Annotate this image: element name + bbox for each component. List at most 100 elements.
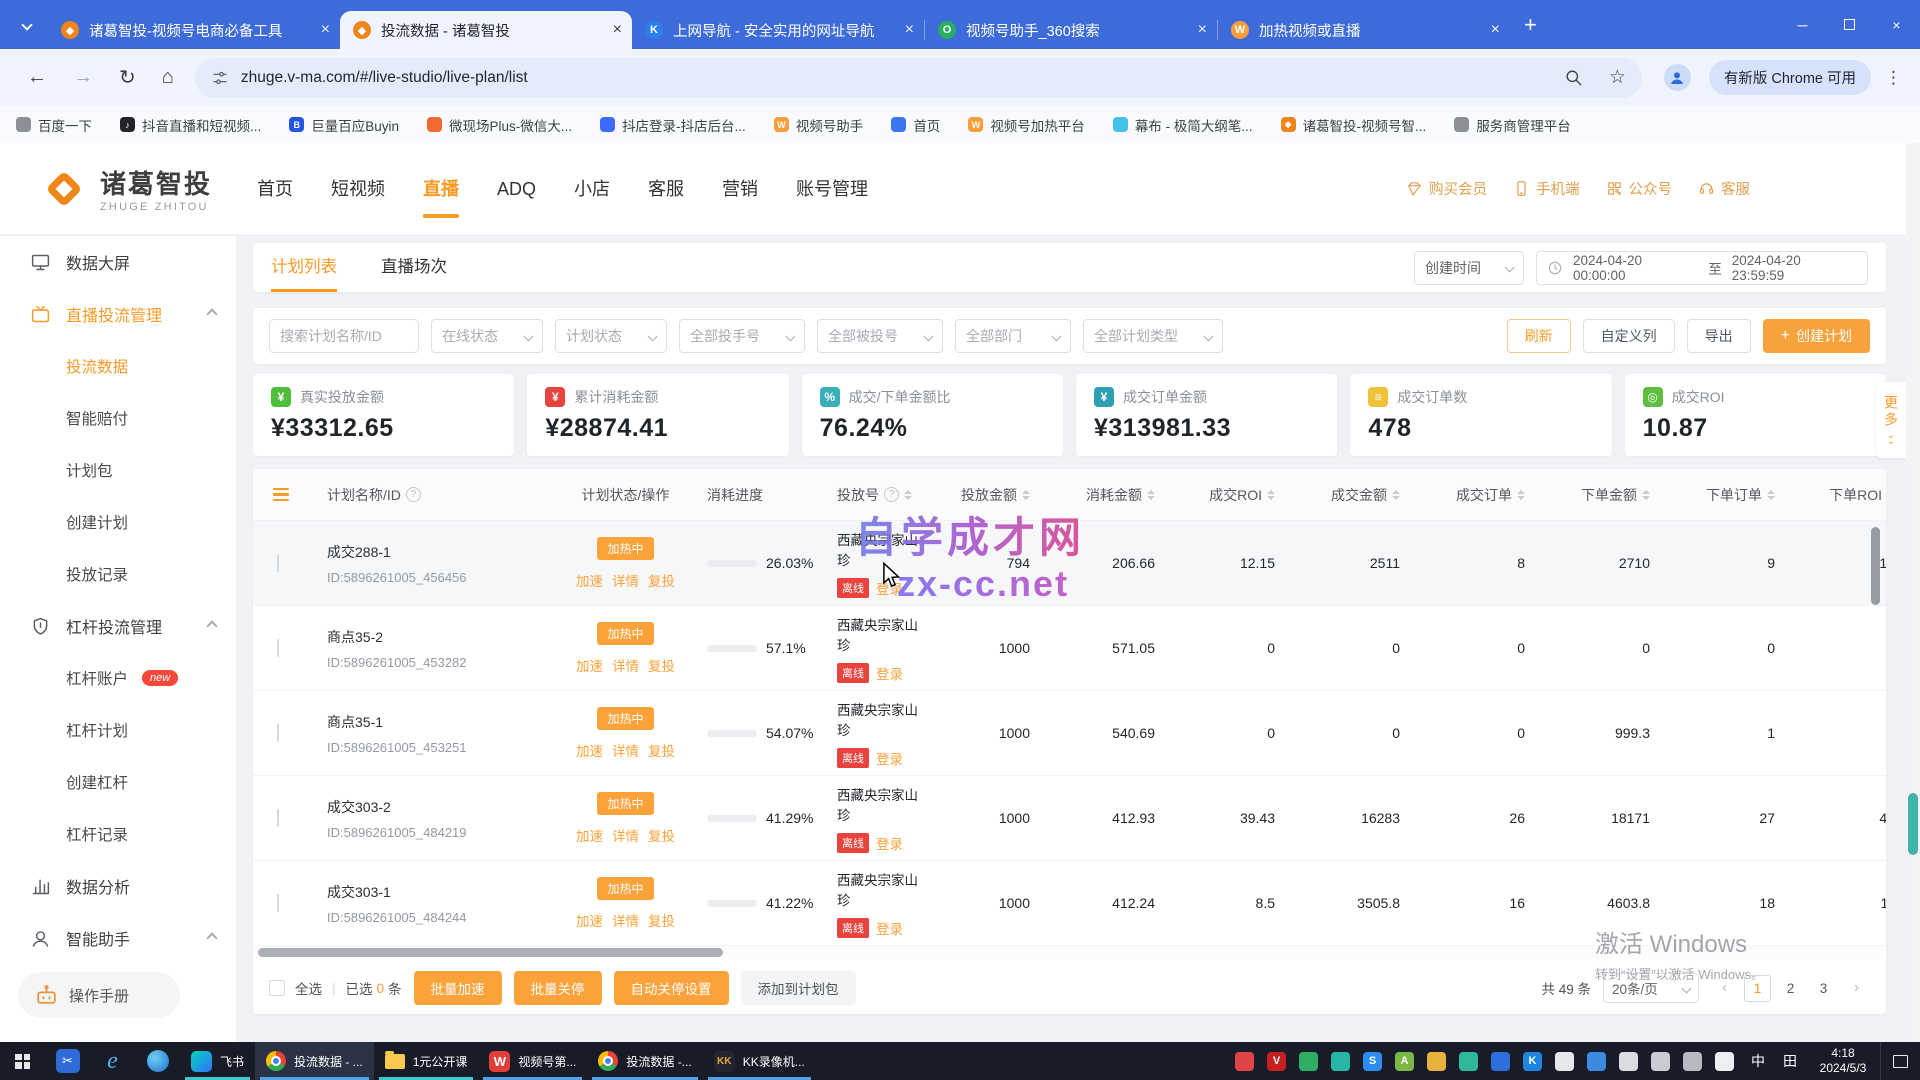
tab-close-icon[interactable]: ×: [905, 21, 914, 39]
new-tab-button[interactable]: +: [1524, 14, 1537, 36]
bookmark-item[interactable]: 微现场Plus-微信大...: [427, 115, 572, 135]
sidebar-item-数据分析[interactable]: 数据分析: [0, 860, 236, 912]
row-action-详情[interactable]: 详情: [612, 570, 639, 590]
tray-icon[interactable]: [1459, 1052, 1478, 1071]
row-action-复投[interactable]: 复投: [648, 825, 675, 845]
tray-icon[interactable]: [1651, 1052, 1670, 1071]
row-action-加速[interactable]: 加速: [576, 570, 603, 590]
tab-直播场次[interactable]: 直播场次: [381, 243, 447, 292]
sort-icon[interactable]: [1267, 490, 1275, 500]
row-action-详情[interactable]: 详情: [612, 655, 639, 675]
nav-item-直播[interactable]: 直播: [404, 143, 478, 235]
row-action-详情[interactable]: 详情: [612, 740, 639, 760]
sidebar-item-智能助手[interactable]: 智能助手: [0, 912, 236, 964]
row-action-复投[interactable]: 复投: [648, 570, 675, 590]
filter-select-全部被投号[interactable]: 全部被投号: [817, 319, 943, 353]
start-button[interactable]: [0, 1042, 45, 1080]
column-header-下单订单[interactable]: 下单订单: [1678, 485, 1803, 505]
taskbar-app-1元公开课[interactable]: 1元公开课: [374, 1042, 479, 1080]
tray-icon[interactable]: [1427, 1052, 1446, 1071]
bookmark-item[interactable]: 抖店登录-抖店后台...: [600, 115, 746, 135]
tab-close-icon[interactable]: ×: [321, 21, 330, 39]
nav-item-短视频[interactable]: 短视频: [312, 143, 404, 235]
sort-icon[interactable]: [1642, 490, 1650, 500]
ime-grid-key[interactable]: 田: [1774, 1042, 1806, 1080]
sort-icon[interactable]: [904, 490, 912, 500]
tray-icon[interactable]: [1587, 1052, 1606, 1071]
sidebar-subitem-投流数据[interactable]: 投流数据: [0, 340, 236, 392]
bookmark-item[interactable]: ♪ 抖音直播和短视频...: [120, 115, 261, 135]
tray-icon[interactable]: [1299, 1052, 1318, 1071]
sidebar-subitem-智能赔付[interactable]: 智能赔付: [0, 392, 236, 444]
login-link[interactable]: 登录: [876, 663, 903, 683]
taskbar-app-视频号第...[interactable]: W视频号第...: [478, 1042, 587, 1080]
select-all-checkbox[interactable]: [269, 980, 285, 996]
edge-browser[interactable]: [135, 1042, 180, 1080]
刷新-button[interactable]: 刷新: [1507, 319, 1571, 353]
filter-select-全部部门[interactable]: 全部部门: [955, 319, 1071, 353]
next-page-button[interactable]: ›: [1843, 975, 1870, 1002]
row-action-复投[interactable]: 复投: [648, 740, 675, 760]
chrome-update-chip[interactable]: 有新版 Chrome 可用: [1709, 60, 1871, 95]
plan-name[interactable]: 成交303-1: [327, 882, 544, 902]
row-checkbox[interactable]: [277, 724, 279, 742]
taskbar-clock[interactable]: 4:18 2024/5/3: [1806, 1042, 1880, 1080]
sort-icon[interactable]: [1767, 490, 1775, 500]
notification-center-icon[interactable]: [1880, 1042, 1920, 1080]
sort-icon[interactable]: [1022, 490, 1030, 500]
quick-link-手机端[interactable]: 手机端: [1513, 178, 1580, 199]
browser-tab[interactable]: O 视频号助手_360搜索 ×: [925, 11, 1217, 49]
page-1-button[interactable]: 1: [1744, 975, 1771, 1002]
自定义列-button[interactable]: 自定义列: [1583, 319, 1675, 353]
column-header-投放金额[interactable]: 投放金额: [943, 485, 1058, 505]
tray-icon[interactable]: S: [1363, 1052, 1382, 1071]
nav-item-ADQ[interactable]: ADQ: [478, 143, 555, 235]
forward-icon[interactable]: →: [73, 66, 93, 89]
row-action-加速[interactable]: 加速: [576, 910, 603, 930]
search-icon[interactable]: [1564, 68, 1583, 87]
sort-icon[interactable]: [1517, 490, 1525, 500]
table-vertical-scrollbar[interactable]: [1871, 527, 1880, 605]
nav-item-首页[interactable]: 首页: [238, 143, 312, 235]
bookmark-item[interactable]: W 视频号加热平台: [968, 115, 1085, 135]
导出-button[interactable]: 导出: [1687, 319, 1751, 353]
window-minimize-button[interactable]: ─: [1779, 0, 1826, 49]
row-action-加速[interactable]: 加速: [576, 825, 603, 845]
date-range-picker[interactable]: 2024-04-20 00:00:00 至 2024-04-20 23:59:5…: [1536, 251, 1868, 285]
bookmark-item[interactable]: 服务商管理平台: [1454, 115, 1571, 135]
bookmark-item[interactable]: 幕布 - 极简大纲笔...: [1113, 115, 1253, 135]
taskbar-app-投流数据 -...[interactable]: 投流数据 -...: [587, 1042, 702, 1080]
column-header-消耗金额[interactable]: 消耗金额: [1058, 485, 1183, 505]
search-plan-input[interactable]: [269, 319, 419, 353]
page-2-button[interactable]: 2: [1777, 975, 1804, 1002]
row-action-加速[interactable]: 加速: [576, 655, 603, 675]
tray-icon[interactable]: [1683, 1052, 1702, 1071]
row-action-复投[interactable]: 复投: [648, 910, 675, 930]
more-stats-button[interactable]: 更多 ⌄⌄: [1876, 382, 1906, 458]
site-settings-icon[interactable]: [211, 69, 229, 87]
sort-icon[interactable]: [1147, 490, 1155, 500]
plan-name[interactable]: 成交288-1: [327, 542, 544, 562]
批量加速-button[interactable]: 批量加速: [414, 971, 502, 1005]
column-header-成交ROI[interactable]: 成交ROI: [1183, 485, 1303, 505]
row-action-加速[interactable]: 加速: [576, 740, 603, 760]
tab-计划列表[interactable]: 计划列表: [271, 243, 337, 292]
snip-tool[interactable]: ✂: [45, 1042, 90, 1080]
tray-icon[interactable]: [1619, 1052, 1638, 1071]
address-bar[interactable]: zhuge.v-ma.com/#/live-studio/live-plan/l…: [195, 58, 1642, 98]
tray-icon[interactable]: [1235, 1052, 1254, 1071]
column-header-下单金额[interactable]: 下单金额: [1553, 485, 1678, 505]
sidebar-subitem-创建杠杆[interactable]: 创建杠杆: [0, 756, 236, 808]
sidebar-subitem-投放记录[interactable]: 投放记录: [0, 548, 236, 600]
column-header-下单ROI[interactable]: 下单ROI: [1803, 485, 1886, 505]
plan-name[interactable]: 成交303-2: [327, 797, 544, 817]
bookmark-item[interactable]: 首页: [891, 115, 940, 135]
browser-tab[interactable]: W 加热视频或直播 ×: [1218, 11, 1510, 49]
sidebar-subitem-创建计划[interactable]: 创建计划: [0, 496, 236, 548]
bookmark-item[interactable]: B 巨量百应Buyin: [289, 115, 399, 135]
tab-close-icon[interactable]: ×: [1198, 21, 1207, 39]
sidebar-item-杠杆投流管理[interactable]: 杠杆投流管理: [0, 600, 236, 652]
tray-icon[interactable]: V: [1267, 1052, 1286, 1071]
browser-menu-icon[interactable]: ⋮: [1885, 68, 1902, 88]
filter-select-全部投手号[interactable]: 全部投手号: [679, 319, 805, 353]
